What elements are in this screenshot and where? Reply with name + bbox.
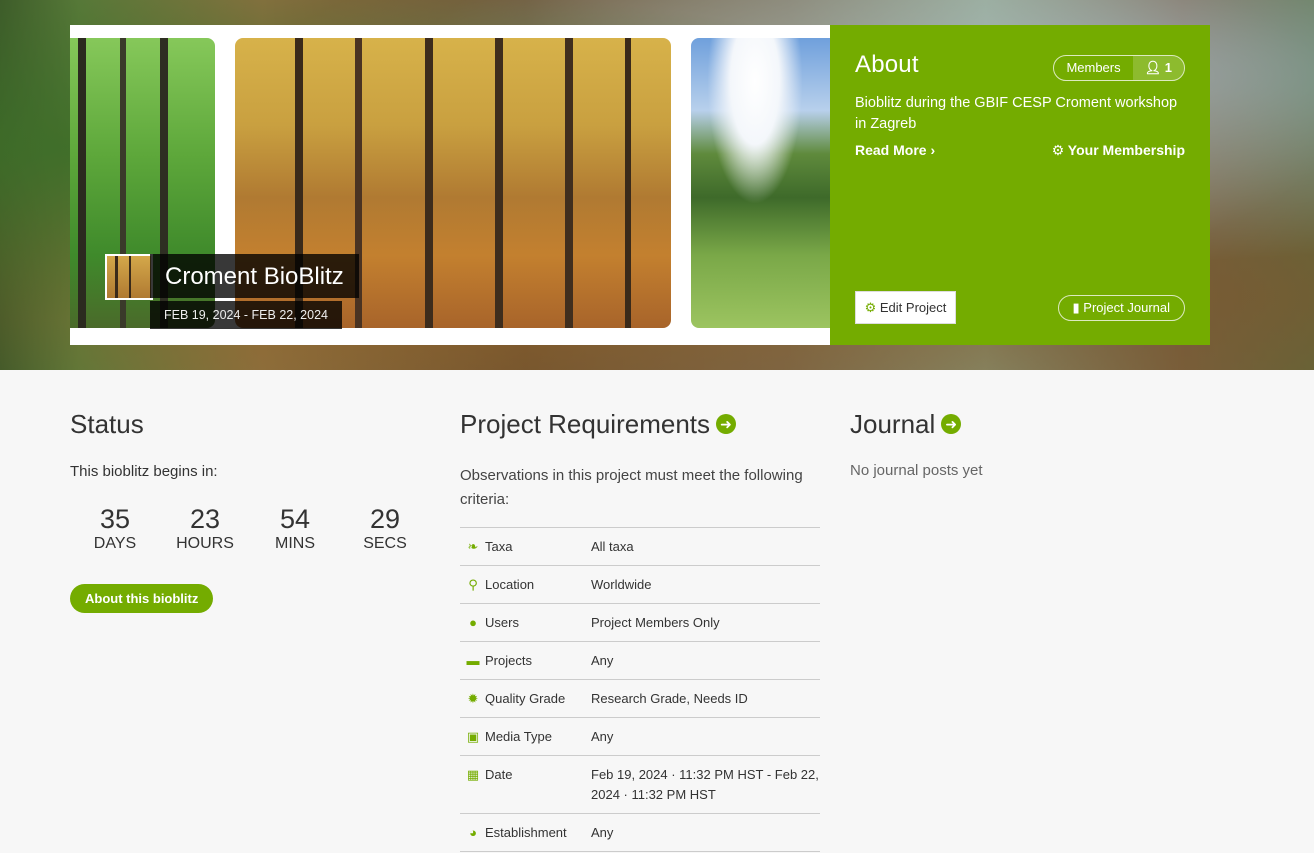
briefcase-icon: ▬ <box>466 653 480 668</box>
requirements-intro: Observations in this project must meet t… <box>460 467 803 508</box>
table-row: ❧ Taxa All taxa <box>460 527 820 566</box>
your-membership-link[interactable]: ⚙ Your Membership <box>1052 142 1185 159</box>
table-row: ✹ Quality Grade Research Grade, Needs ID <box>460 679 820 718</box>
user-icon: 👤︎ <box>1144 60 1162 75</box>
requirements-title[interactable]: Project Requirements ➜ <box>460 409 736 440</box>
gear-icon: ⚙ <box>864 300 877 315</box>
edit-project-button[interactable]: ⚙ Edit Project <box>855 291 956 324</box>
leaf-icon: ❧ <box>467 539 479 554</box>
countdown-days: 35 DAYS <box>93 504 137 552</box>
book-icon: ▮ <box>1072 300 1080 315</box>
about-heading: About <box>855 51 919 78</box>
members-count: 👤︎ 1 <box>1132 56 1184 80</box>
gear-icon: ⚙ <box>1051 142 1065 158</box>
countdown: 35 DAYS 23 HOURS 54 MINS 29 SECS <box>70 504 430 554</box>
hero-photo-carousel[interactable]: Croment BioBlitz FEB 19, 2024 - FEB 22, … <box>70 25 830 345</box>
countdown-secs: 29 SECS <box>363 504 407 552</box>
badge-icon: ✹ <box>467 691 479 706</box>
chevron-right-icon: › <box>930 142 936 158</box>
begins-text: This bioblitz begins in: <box>70 463 218 480</box>
about-panel: About Members 👤︎ 1 Bioblitz during the G… <box>830 25 1210 345</box>
members-button[interactable]: Members 👤︎ 1 <box>1053 55 1185 81</box>
table-row: ▣ Media Type Any <box>460 717 820 756</box>
map-marker-icon: ⚲ <box>468 577 478 592</box>
project-dates: FEB 19, 2024 - FEB 22, 2024 <box>150 301 342 329</box>
table-row: ▦ Date Feb 19, 2024 · 11:32 PM HST - Feb … <box>460 755 820 814</box>
user-icon: ● <box>469 615 477 630</box>
table-row: ▬ Projects Any <box>460 641 820 680</box>
carousel-photo[interactable] <box>691 38 830 328</box>
about-description: Bioblitz during the GBIF CESP Croment wo… <box>855 95 1178 132</box>
table-row: ⚲ Location Worldwide <box>460 565 820 604</box>
countdown-hours: 23 HOURS <box>176 504 234 552</box>
table-row: ◕ Establishment Any <box>460 813 820 852</box>
project-icon <box>105 254 153 300</box>
journal-title[interactable]: Journal ➜ <box>850 409 962 440</box>
calendar-icon: ▦ <box>466 767 480 782</box>
arrow-right-icon[interactable]: ➜ <box>716 414 736 435</box>
requirements-table: ❧ Taxa All taxa ⚲ Location Worldwide ● User… <box>460 527 820 852</box>
globe-icon: ◕ <box>469 825 477 840</box>
read-more-link[interactable]: Read More › <box>855 142 935 158</box>
project-title: Croment BioBlitz <box>150 254 359 298</box>
arrow-right-icon[interactable]: ➜ <box>941 414 962 435</box>
image-icon: ▣ <box>466 729 480 744</box>
countdown-mins: 54 MINS <box>275 504 315 552</box>
project-journal-button[interactable]: ▮ Project Journal <box>1057 295 1185 321</box>
table-row: ● Users Project Members Only <box>460 603 820 642</box>
about-bioblitz-button[interactable]: About this bioblitz <box>70 584 214 613</box>
members-label: Members <box>1066 60 1121 75</box>
status-title: Status <box>70 409 144 439</box>
journal-empty-text: No journal posts yet <box>850 462 983 479</box>
